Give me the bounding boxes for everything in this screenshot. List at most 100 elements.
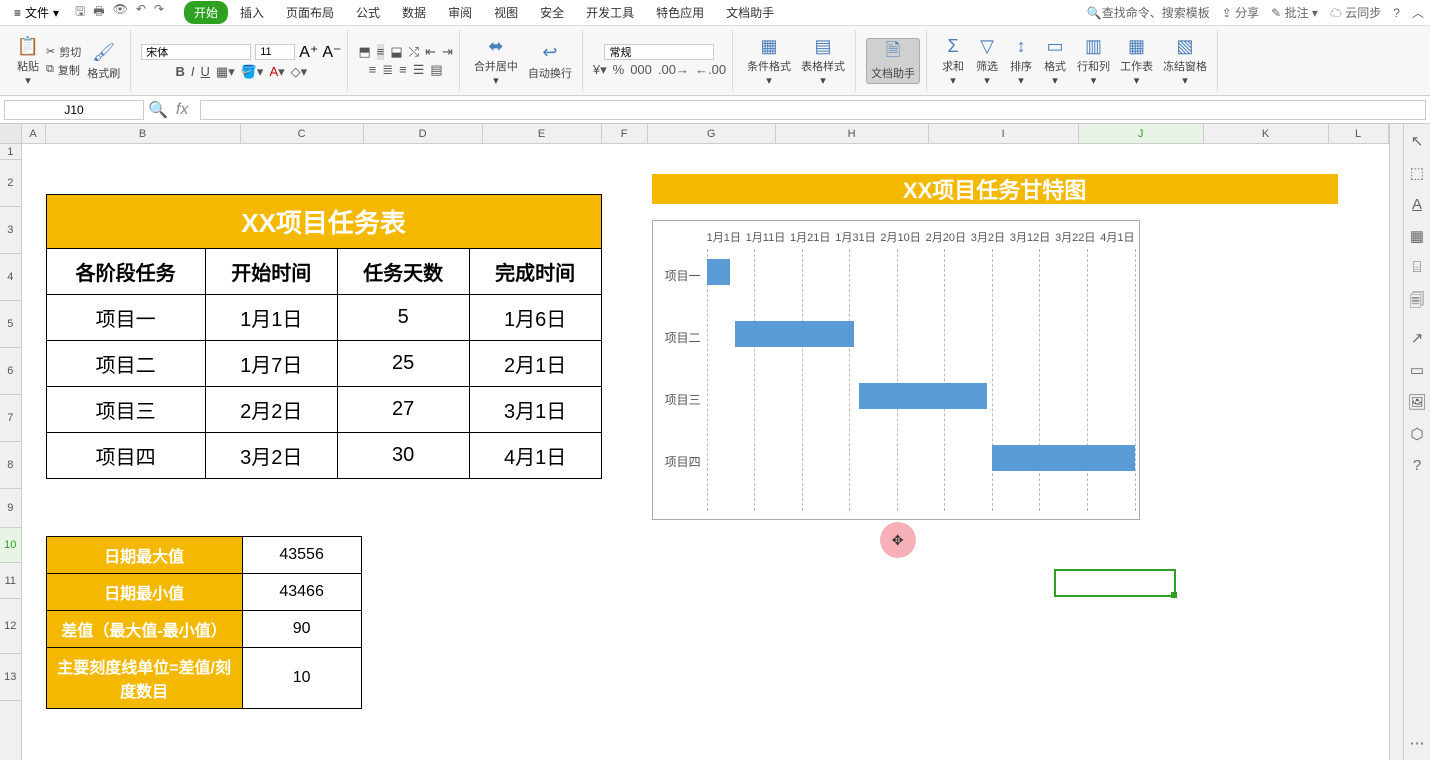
task-cell[interactable]: 1月1日 [205,295,337,341]
merge-center-button[interactable]: ⬌合并居中▾ [470,32,522,89]
row-header-5[interactable]: 5 [0,301,21,348]
share-button[interactable]: ⇪ 分享 [1222,4,1259,21]
indent-dec-icon[interactable]: ⇤ [425,44,436,60]
fill-color-icon[interactable]: 🪣▾ [241,64,264,80]
gantt-bar[interactable] [735,321,854,347]
dec-decimal-icon[interactable]: ←.00 [695,62,726,78]
tab-特色应用[interactable]: 特色应用 [646,1,714,24]
gantt-bar[interactable] [992,445,1135,471]
sort-button[interactable]: ↕排序▾ [1005,32,1037,89]
qat-redo-icon[interactable]: ↷ [154,2,164,23]
task-cell[interactable]: 1月7日 [205,341,337,387]
side-help-icon[interactable]: ? [1413,457,1421,474]
format-button[interactable]: ▭格式▾ [1039,32,1071,89]
col-header-F[interactable]: F [602,124,648,143]
file-menu[interactable]: ≡ 文件 ▾ [6,2,67,23]
gantt-bar[interactable] [859,383,987,409]
distribute-icon[interactable]: ▤ [430,62,442,78]
qat-save-icon[interactable]: 🖫 [75,2,85,23]
decrease-font-icon[interactable]: A⁻ [322,42,341,62]
side-props-icon[interactable]: ⌸ [1413,259,1422,276]
task-cell[interactable]: 3月2日 [205,433,337,479]
task-cell[interactable]: 30 [337,433,469,479]
wrap-text-button[interactable]: ↩自动换行 [524,39,576,83]
fill-handle[interactable] [1171,592,1177,598]
side-backup-icon[interactable]: 🗐 [1410,290,1425,315]
side-select-icon[interactable]: ↖ [1411,132,1424,150]
font-name-select[interactable] [141,44,251,60]
row-header-12[interactable]: 12 [0,599,21,654]
col-header-D[interactable]: D [364,124,483,143]
underline-icon[interactable]: U [201,64,210,80]
cloud-sync-button[interactable]: ☁ 云同步 [1330,4,1381,21]
tab-插入[interactable]: 插入 [230,1,274,24]
col-header-K[interactable]: K [1204,124,1329,143]
side-share-icon[interactable]: ↗ [1411,329,1424,347]
clear-format-icon[interactable]: ◇▾ [291,64,308,80]
row-header-13[interactable]: 13 [0,654,21,701]
col-header-L[interactable]: L [1329,124,1389,143]
row-header-6[interactable]: 6 [0,348,21,395]
row-header-1[interactable]: 1 [0,144,21,160]
percent-icon[interactable]: % [613,62,625,78]
row-header-2[interactable]: 2 [0,160,21,207]
collapse-ribbon-icon[interactable]: ︿ [1412,4,1424,21]
task-cell[interactable]: 27 [337,387,469,433]
paste-button[interactable]: 📋粘贴▾ [12,32,44,89]
tab-视图[interactable]: 视图 [484,1,528,24]
gantt-bar[interactable] [707,259,731,285]
indent-inc-icon[interactable]: ⇥ [442,44,453,60]
name-box[interactable] [4,100,144,120]
task-cell[interactable]: 5 [337,295,469,341]
align-middle-icon[interactable]: ≡ [377,44,385,60]
row-header-4[interactable]: 4 [0,254,21,301]
search-commands[interactable]: 🔍查找命令、搜索模板 [1087,4,1210,21]
tab-审阅[interactable]: 审阅 [438,1,482,24]
aux-value[interactable]: 43556 [242,537,361,574]
aux-value[interactable]: 43466 [242,574,361,611]
gantt-chart[interactable]: 1月1日1月11日1月21日1月31日2月10日2月20日3月2日3月12日3月… [652,220,1140,520]
side-font-icon[interactable]: A [1412,196,1422,213]
col-header-I[interactable]: I [929,124,1079,143]
row-header-7[interactable]: 7 [0,395,21,442]
side-style-icon[interactable]: ⬚ [1410,164,1424,182]
italic-icon[interactable]: I [191,64,195,80]
copy-button[interactable]: ⧉复制 [46,62,81,78]
align-top-icon[interactable]: ⬒ [358,44,370,60]
tab-公式[interactable]: 公式 [346,1,390,24]
qat-print-icon[interactable]: 🖶 [93,2,104,23]
qat-preview-icon[interactable]: 👁 [113,2,128,23]
align-left-icon[interactable]: ≡ [369,62,377,78]
freeze-panes-button[interactable]: ▧冻结窗格▾ [1159,32,1211,89]
row-header-11[interactable]: 11 [0,563,21,599]
col-header-E[interactable]: E [483,124,602,143]
fx-label[interactable]: fx [176,101,188,119]
tab-开始[interactable]: 开始 [184,1,228,24]
conditional-format-button[interactable]: ▦条件格式▾ [743,32,795,89]
qat-undo-icon[interactable]: ↶ [136,2,146,23]
side-image-icon[interactable]: 🖼 [1407,393,1426,411]
col-header-A[interactable]: A [22,124,46,143]
side-table-icon[interactable]: ▦ [1410,227,1424,245]
task-cell[interactable]: 1月6日 [469,295,601,341]
sum-button[interactable]: Σ求和▾ [937,32,969,89]
col-header-C[interactable]: C [241,124,364,143]
side-more-icon[interactable]: ⋯ [1410,734,1425,752]
filter-button[interactable]: ▽筛选▾ [971,32,1003,89]
task-cell[interactable]: 项目一 [46,295,205,341]
task-cell[interactable]: 4月1日 [469,433,601,479]
tab-安全[interactable]: 安全 [530,1,574,24]
col-header-J[interactable]: J [1079,124,1204,143]
tab-文档助手[interactable]: 文档助手 [716,1,784,24]
font-size-select[interactable] [255,44,295,60]
tab-数据[interactable]: 数据 [392,1,436,24]
row-header-3[interactable]: 3 [0,207,21,254]
side-settings-icon[interactable]: ⬡ [1410,425,1423,443]
insert-function-icon[interactable]: 🔍 [148,100,168,120]
inc-decimal-icon[interactable]: .00→ [658,62,689,78]
orientation-icon[interactable]: ⤭ [409,44,419,60]
table-style-button[interactable]: ▤表格样式▾ [797,32,849,89]
align-center-icon[interactable]: ≣ [382,62,393,78]
task-cell[interactable]: 25 [337,341,469,387]
comment-button[interactable]: ✎ 批注 ▾ [1271,4,1318,21]
